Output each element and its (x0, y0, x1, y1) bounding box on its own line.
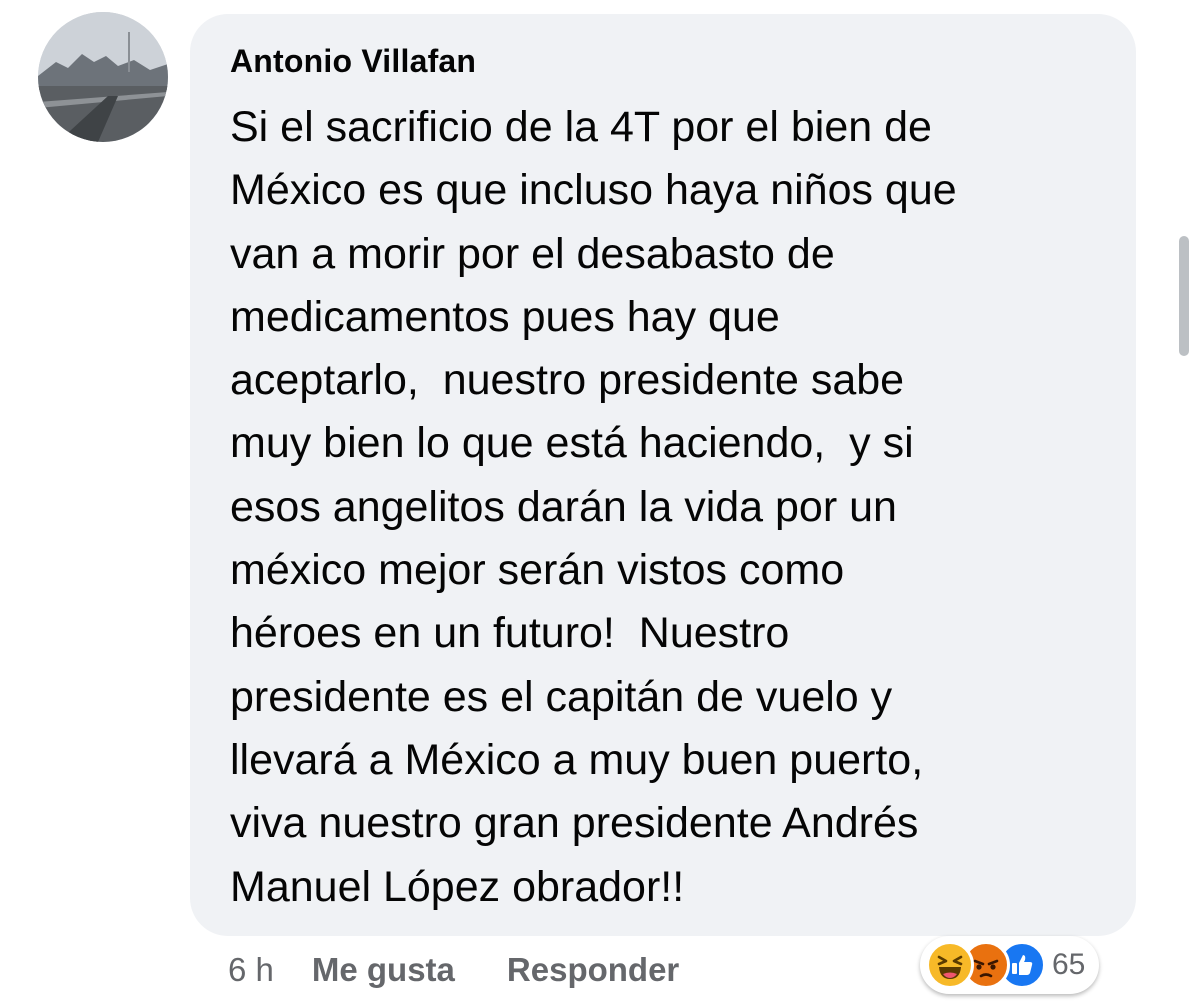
comment-text-line: van a morir por el desabasto de (230, 229, 835, 278)
comment-author-name[interactable]: Antonio Villafan (230, 43, 476, 80)
reactions-summary[interactable]: 65 (920, 936, 1100, 994)
comment-text-line: méxico mejor serán vistos como (230, 546, 845, 595)
comment-text-line: viva nuestro gran presidente Andrés (230, 799, 919, 848)
comment-actions: 6 h Me gusta Responder (228, 951, 679, 989)
comment-text-line: esos angelitos darán la vida por un (230, 482, 897, 531)
facebook-comment: Antonio Villafan Si el sacrificio de la … (0, 0, 1200, 1008)
comment-text-line: medicamentos pues hay que (230, 292, 780, 341)
scrollbar-thumb[interactable] (1179, 236, 1189, 356)
reaction-count: 65 (1052, 948, 1086, 981)
comment-text-line: Si el sacrificio de la 4T por el bien de (230, 103, 932, 151)
reply-button[interactable]: Responder (507, 951, 679, 989)
comment-text: Si el sacrificio de la 4T por el bien de… (230, 96, 1120, 919)
comment-text-line: Manuel López obrador!! (230, 862, 685, 911)
avatar[interactable] (38, 12, 168, 142)
comment-text-line: México es que incluso haya niños que (230, 166, 957, 215)
comment-text-line: llevará a México a muy buen puerto, (230, 735, 924, 784)
comment-text-line: muy bien lo que está haciendo, y si (230, 419, 914, 468)
like-button[interactable]: Me gusta (312, 951, 455, 989)
comment-timestamp[interactable]: 6 h (228, 951, 274, 989)
comment-text-line: presidente es el capitán de vuelo y (230, 672, 893, 721)
comment-text-line: aceptarlo, nuestro presidente sabe (230, 356, 905, 405)
haha-icon (926, 941, 974, 989)
comment-text-line: héroes en un futuro! Nuestro (230, 609, 790, 658)
avatar-landscape-image (38, 12, 168, 142)
